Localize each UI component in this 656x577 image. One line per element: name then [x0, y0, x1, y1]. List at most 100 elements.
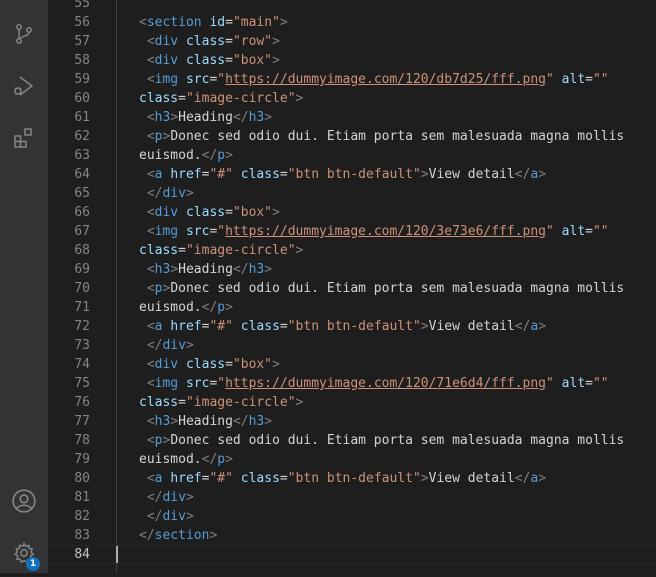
token-txt: Heading [178, 262, 233, 277]
token-str: "btn btn-default" [287, 167, 421, 182]
code-line[interactable]: 71 euismod.</p> [48, 298, 656, 317]
code-line[interactable]: 60 class="image-circle"> [48, 89, 656, 108]
token-txt: = [178, 395, 186, 410]
token-attr: alt [561, 224, 586, 239]
token-attr: class [139, 395, 179, 410]
code-line[interactable]: 72 <a href="#" class="btn btn-default">V… [48, 317, 656, 336]
code-line[interactable]: 58 <div class="box"> [48, 51, 656, 70]
token-attr: class [240, 319, 280, 334]
token-tag: p [217, 300, 226, 315]
code-line[interactable]: 83 </section> [48, 526, 656, 545]
line-code: <div class="box"> [139, 355, 280, 374]
code-line[interactable]: 79 euismod.</p> [48, 450, 656, 469]
code-line[interactable]: 69 <h3>Heading</h3> [48, 260, 656, 279]
line-code: <div class="box"> [139, 51, 280, 70]
token-br: > [538, 471, 547, 486]
token-br: < [146, 34, 155, 49]
code-line[interactable]: 67 <img src = "https://dummyimage.com/120/… [48, 222, 656, 241]
token-br: > [185, 186, 194, 201]
code-line[interactable]: 81 </div> [48, 488, 656, 507]
code-line[interactable]: 56 <section id="main"> [48, 13, 656, 32]
token-attr: src [185, 376, 210, 391]
token-tag: div [154, 53, 179, 68]
token-br: < [146, 319, 155, 334]
token-txt: euismod. [139, 300, 202, 315]
code-line[interactable]: 78 <p>Donec sed odio dui. Etiam porta se… [48, 431, 656, 450]
token-br: </ [514, 319, 531, 334]
token-br: < [146, 471, 155, 486]
token-tag: img [154, 376, 179, 391]
code-line[interactable]: 77 <h3>Heading</h3> [48, 412, 656, 431]
token-txt: = [279, 167, 288, 182]
token-url[interactable]: https://dummyimage.com/120/3e73e6/fff.pn… [225, 224, 546, 239]
token-txt: euismod. [139, 148, 202, 163]
code-line[interactable]: 55 [48, 0, 656, 13]
line-number: 66 [74, 205, 90, 220]
token-attr: class [185, 53, 226, 68]
line-code: </div> [139, 336, 194, 355]
token-br: < [146, 167, 155, 182]
code-line[interactable]: 73 </div> [48, 336, 656, 355]
token-url[interactable]: https://dummyimage.com/120/71e6d4/fff.pn… [225, 376, 546, 391]
code-line[interactable]: 61 <h3>Heading</h3> [48, 108, 656, 127]
token-tag: p [217, 148, 226, 163]
code-line[interactable]: 68 class="image-circle"> [48, 241, 656, 260]
token-tag: div [154, 34, 179, 49]
code-line[interactable]: 80 <a href="#" class="btn btn-default">V… [48, 469, 656, 488]
code-line[interactable]: 75 <img src = "https://dummyimage.com/120/… [48, 374, 656, 393]
token-str: "btn btn-default" [287, 471, 421, 486]
code-line[interactable]: 62 <p>Donec sed odio dui. Etiam porta se… [48, 127, 656, 146]
token-url[interactable]: https://dummyimage.com/120/db7d25/fff.pn… [225, 72, 546, 87]
code-line[interactable]: 70 <p>Donec sed odio dui. Etiam porta se… [48, 279, 656, 298]
token-str: "" [592, 376, 609, 391]
code-line[interactable]: 57 <div class="row"> [48, 32, 656, 51]
run-debug-icon[interactable] [0, 62, 48, 110]
code-line[interactable]: 74 <div class="box"> [48, 355, 656, 374]
token-str: "image-circle" [185, 91, 296, 106]
token-tag: h3 [154, 110, 171, 125]
line-number: 59 [74, 72, 90, 87]
extensions-icon[interactable] [0, 114, 48, 162]
line-code: <h3>Heading</h3> [139, 260, 272, 279]
code-editor[interactable]: 55 56 <section id="main"> 57 <div class="ro… [48, 0, 656, 573]
token-attr: href [170, 167, 202, 182]
code-line[interactable]: 63 euismod.</p> [48, 146, 656, 165]
token-br: > [538, 319, 547, 334]
code-line[interactable]: 84 [48, 545, 656, 564]
code-line[interactable]: 66 <div class="box"> [48, 203, 656, 222]
line-code: class="image-circle"> [139, 89, 303, 108]
line-code: </div> [139, 507, 194, 526]
manage-gear-icon[interactable]: 1 [0, 529, 48, 577]
line-code: <a href="#" class="btn btn-default">View… [139, 165, 546, 184]
code-line[interactable]: 82 </div> [48, 507, 656, 526]
line-number: 73 [74, 338, 90, 353]
code-line[interactable]: 59 <img src = "https://dummyimage.com/120/… [48, 70, 656, 89]
code-line[interactable]: 65 </div> [48, 184, 656, 203]
source-control-icon[interactable] [0, 10, 48, 58]
token-txt: Heading [178, 414, 233, 429]
token-br: < [146, 205, 155, 220]
text-cursor [116, 546, 118, 563]
account-icon[interactable] [0, 477, 48, 525]
token-br: </ [514, 471, 531, 486]
token-br: < [146, 262, 155, 277]
token-br: </ [201, 148, 218, 163]
line-code: </div> [139, 184, 194, 203]
token-br: > [538, 167, 547, 182]
token-br: > [264, 110, 273, 125]
token-txt: = [225, 357, 233, 372]
line-number: 76 [74, 395, 90, 410]
line-number: 70 [74, 281, 90, 296]
code-line[interactable]: 76 class="image-circle"> [48, 393, 656, 412]
code-line[interactable]: 64 <a href="#" class="btn btn-default">V… [48, 165, 656, 184]
token-str: " [217, 224, 226, 239]
